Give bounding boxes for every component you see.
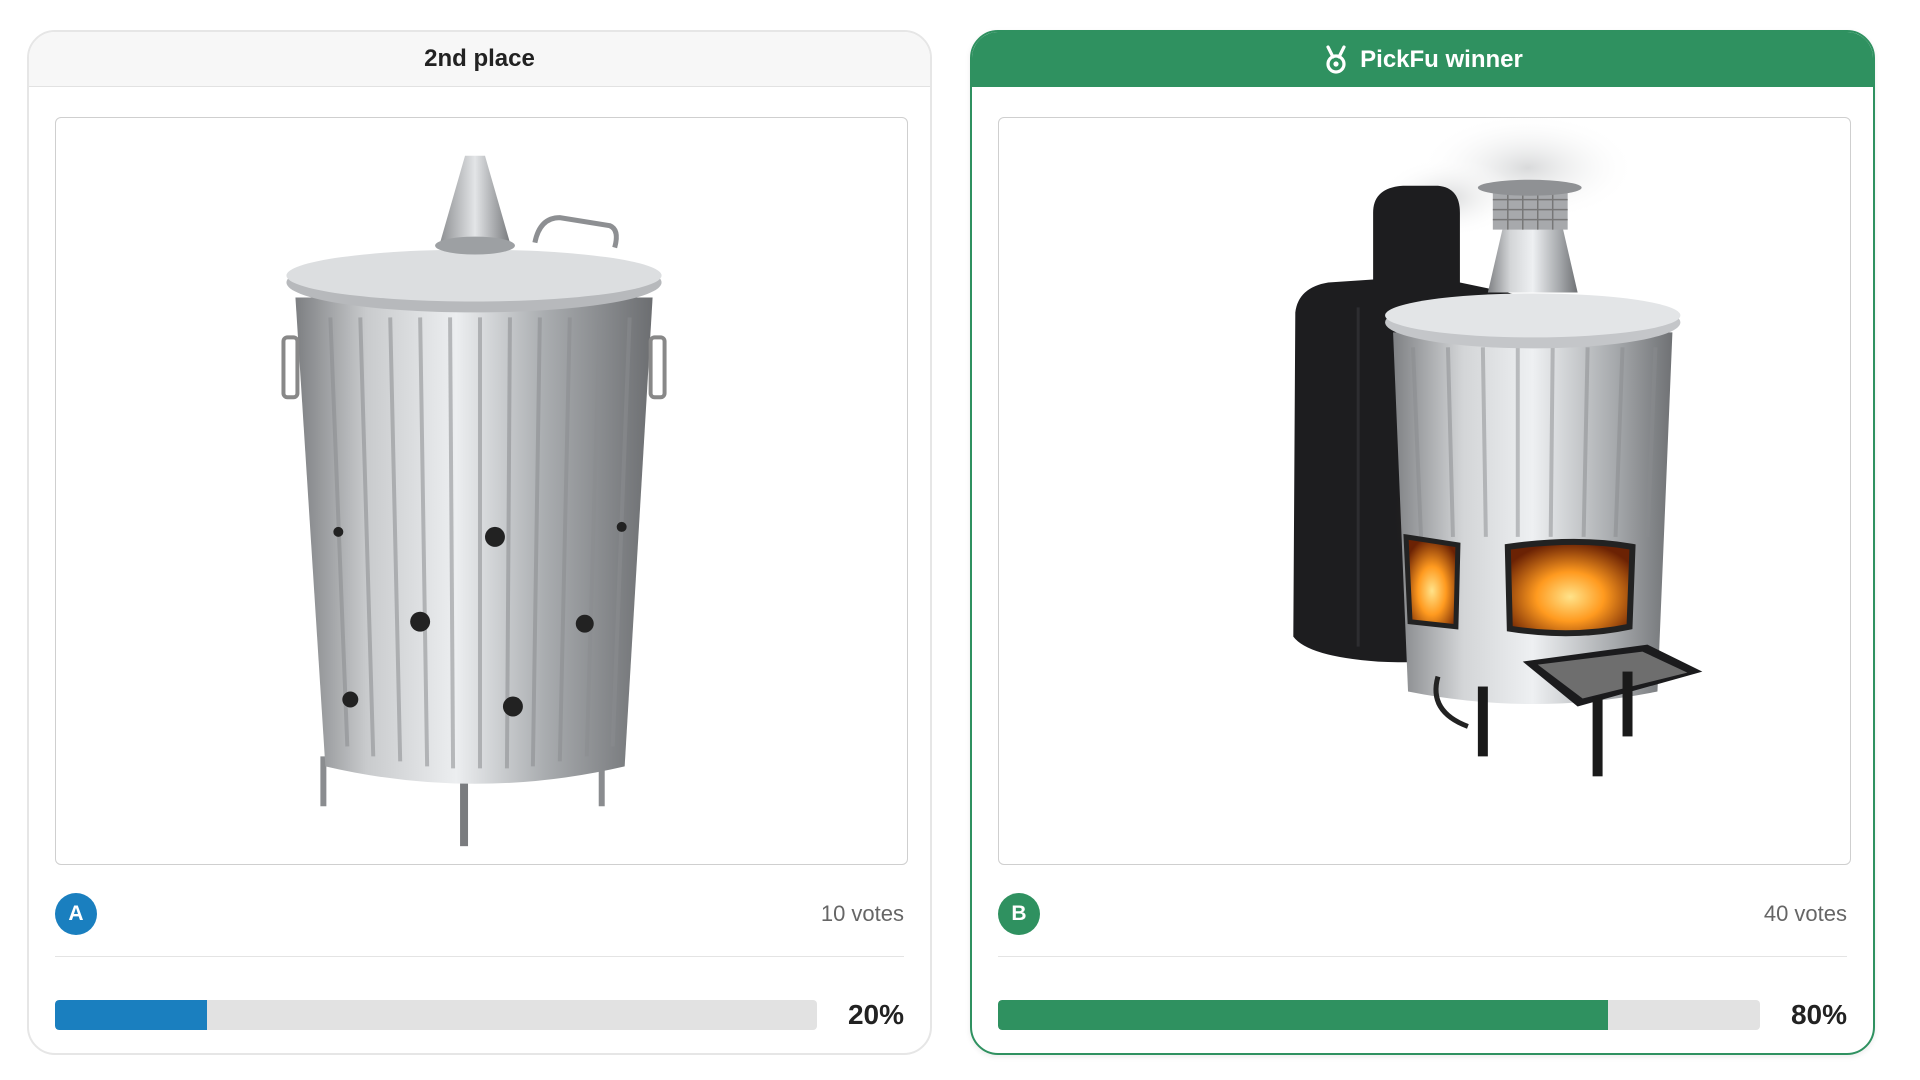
medal-icon bbox=[1322, 44, 1350, 75]
vote-progress-bar bbox=[998, 1000, 1760, 1030]
divider bbox=[998, 956, 1847, 957]
vote-percent: 20% bbox=[847, 999, 904, 1030]
result-row-b: 80% bbox=[998, 990, 1847, 1040]
card-header-a: 2nd place bbox=[29, 32, 930, 87]
vote-progress-fill bbox=[998, 1000, 1608, 1030]
option-image-a[interactable] bbox=[55, 117, 908, 865]
option-image-b[interactable] bbox=[998, 117, 1851, 865]
option-letter-badge: B bbox=[998, 893, 1040, 935]
vote-progress-bar bbox=[55, 1000, 817, 1030]
vote-percent: 80% bbox=[1790, 999, 1847, 1030]
option-card-b: PickFu winner B 40 votes 80% bbox=[970, 30, 1875, 1055]
vote-count: 10 votes bbox=[820, 901, 904, 926]
option-letter-badge: A bbox=[55, 893, 97, 935]
option-card-a: 2nd place A 10 votes 20% bbox=[27, 30, 932, 1055]
vote-progress-fill bbox=[55, 1000, 208, 1030]
galvanized-incinerator-bin-image bbox=[281, 155, 667, 847]
incinerator-stove-with-cover-image bbox=[1293, 117, 1703, 777]
option-meta-a: A 10 votes bbox=[55, 892, 904, 936]
card-header-b: PickFu winner bbox=[972, 32, 1873, 87]
option-meta-b: B 40 votes bbox=[998, 892, 1847, 936]
vote-count: 40 votes bbox=[1763, 901, 1847, 926]
divider bbox=[55, 956, 904, 957]
result-row-a: 20% bbox=[55, 990, 904, 1040]
winner-label: PickFu winner bbox=[1360, 45, 1523, 73]
placement-label: 2nd place bbox=[424, 45, 535, 72]
